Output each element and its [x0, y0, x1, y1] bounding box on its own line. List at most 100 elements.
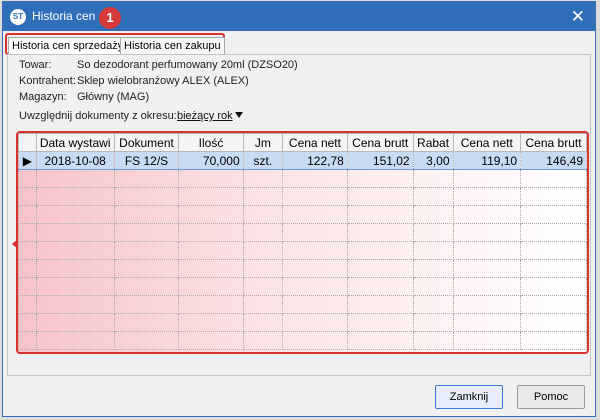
empty-cell — [178, 205, 244, 224]
cell-cena-brutt-2[interactable]: 146,49 — [520, 151, 587, 170]
empty-cell — [346, 241, 414, 260]
empty-cell — [18, 187, 37, 206]
window-title: Historia cen — [32, 9, 96, 23]
table-row[interactable]: ▶ 2018-10-08 FS 12/S 70,000 szt. 122,78 … — [18, 151, 587, 170]
empty-cell — [18, 259, 37, 278]
empty-cell — [282, 241, 348, 260]
empty-row — [18, 277, 587, 296]
empty-cell — [18, 169, 37, 188]
empty-cell — [242, 295, 284, 314]
empty-cell — [346, 205, 414, 224]
empty-cell — [18, 223, 37, 242]
towar-label: Towar: — [19, 59, 52, 71]
empty-cell — [178, 169, 244, 188]
close-icon[interactable]: ✕ — [571, 7, 585, 27]
empty-row — [18, 205, 587, 224]
col-header-cena-brutt-2[interactable]: Cena brutt — [520, 133, 587, 152]
empty-cell — [346, 259, 414, 278]
price-history-window: ST Historia cen 1 ✕ Historia cen sprzeda… — [2, 1, 596, 417]
empty-cell — [35, 223, 115, 242]
empty-cell — [282, 205, 348, 224]
empty-cell — [282, 295, 348, 314]
cell-cena-brutt-1[interactable]: 151,02 — [346, 151, 414, 170]
empty-cell — [452, 277, 522, 296]
magazyn-label: Magazyn: — [19, 91, 67, 103]
cell-rabat[interactable]: 3,00 — [412, 151, 454, 170]
empty-row — [18, 169, 587, 188]
empty-cell — [520, 169, 587, 188]
empty-cell — [520, 259, 587, 278]
empty-cell — [452, 241, 522, 260]
empty-cell — [412, 223, 454, 242]
price-history-table: Data wystawi Dokument Ilość Jm Cena nett… — [18, 133, 587, 350]
title-bar: ST Historia cen 1 ✕ — [3, 2, 595, 31]
empty-cell — [412, 331, 454, 350]
kontrahent-row: Kontrahent:Sklep wielobranżowy ALEX (ALE… — [19, 75, 249, 87]
empty-cell — [346, 223, 414, 242]
tab-purchase-history[interactable]: Historia cen zakupu — [120, 37, 225, 54]
col-header-ilosc[interactable]: Ilość — [178, 133, 244, 152]
empty-row — [18, 241, 587, 260]
empty-cell — [346, 169, 414, 188]
empty-row — [18, 223, 587, 242]
empty-cell — [242, 169, 284, 188]
col-header-rabat[interactable]: Rabat — [412, 133, 454, 152]
cell-dokument[interactable]: FS 12/S — [113, 151, 180, 170]
empty-cell — [452, 169, 522, 188]
empty-cell — [18, 313, 37, 332]
empty-cell — [35, 241, 115, 260]
empty-cell — [520, 277, 587, 296]
empty-cell — [178, 331, 244, 350]
empty-cell — [282, 187, 348, 206]
empty-cell — [412, 313, 454, 332]
empty-cell — [412, 277, 454, 296]
period-dropdown[interactable]: bieżący rok — [177, 110, 233, 122]
col-header-cena-nett-1[interactable]: Cena nett — [282, 133, 348, 152]
towar-value: So dezodorant perfumowany 20ml (DZSO20) — [77, 59, 298, 71]
app-logo-icon: ST — [10, 9, 26, 25]
empty-cell — [282, 169, 348, 188]
col-header-dokument[interactable]: Dokument — [113, 133, 180, 152]
empty-cell — [520, 331, 587, 350]
empty-cell — [412, 295, 454, 314]
empty-cell — [35, 169, 115, 188]
cell-cena-nett-2[interactable]: 119,10 — [452, 151, 522, 170]
empty-row — [18, 295, 587, 314]
empty-cell — [452, 331, 522, 350]
empty-cell — [35, 259, 115, 278]
empty-cell — [18, 241, 37, 260]
empty-cell — [346, 295, 414, 314]
cell-cena-nett-1[interactable]: 122,78 — [282, 151, 348, 170]
empty-cell — [242, 259, 284, 278]
tab-strip: Historia cen sprzedaży Historia cen zaku… — [5, 33, 225, 55]
empty-row — [18, 187, 587, 206]
col-header-jm[interactable]: Jm — [242, 133, 284, 152]
empty-cell — [412, 241, 454, 260]
empty-cell — [178, 259, 244, 278]
cell-ilosc[interactable]: 70,000 — [178, 151, 244, 170]
empty-cell — [452, 205, 522, 224]
chevron-down-icon[interactable] — [235, 112, 243, 118]
empty-cell — [242, 331, 284, 350]
empty-cell — [520, 295, 587, 314]
col-header-data[interactable]: Data wystawi — [35, 133, 115, 152]
kontrahent-value: Sklep wielobranżowy ALEX (ALEX) — [77, 75, 249, 87]
empty-cell — [346, 331, 414, 350]
col-header-cena-brutt-1[interactable]: Cena brutt — [346, 133, 414, 152]
close-button[interactable]: Zamknij — [435, 385, 503, 409]
row-indicator-header — [18, 133, 37, 152]
empty-cell — [178, 277, 244, 296]
empty-cell — [178, 223, 244, 242]
empty-cell — [452, 223, 522, 242]
col-header-cena-nett-2[interactable]: Cena nett — [452, 133, 522, 152]
cell-data[interactable]: 2018-10-08 — [35, 151, 115, 170]
empty-cell — [282, 313, 348, 332]
empty-cell — [113, 241, 180, 260]
empty-cell — [520, 313, 587, 332]
empty-cell — [452, 295, 522, 314]
empty-cell — [113, 313, 180, 332]
help-button[interactable]: Pomoc — [517, 385, 585, 409]
empty-cell — [113, 259, 180, 278]
tab-sales-history[interactable]: Historia cen sprzedaży — [8, 37, 128, 54]
cell-jm[interactable]: szt. — [242, 151, 284, 170]
